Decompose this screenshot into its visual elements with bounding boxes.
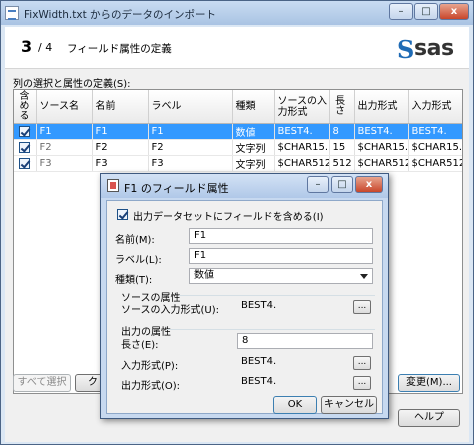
cell-informat: BEST4. [408,123,462,140]
cell-label: F1 [148,123,233,140]
cell-source: F1 [36,123,93,140]
cell-format: BEST4. [354,123,409,140]
help-button[interactable]: ヘルプ [398,409,460,427]
sas-logo-text: sas [414,36,454,61]
minimize-button[interactable]: – [389,3,413,20]
col-header-type[interactable]: 種類 [232,90,275,124]
informat-label: 入力形式(P): [121,361,179,372]
col-header-informat[interactable]: 入力形式 [408,90,462,124]
dialog-body: 出力データセットにフィールドを含める(I) 名前(M): F1 ラベル(L): … [106,200,383,414]
group-divider [167,329,375,330]
src-informat-label: ソースの入力形式(U): [121,305,219,316]
dialog-title: F1 のフィールド属性 [124,182,229,195]
include-field-label: 出力データセットにフィールドを含める(I) [133,212,324,223]
include-field-checkbox[interactable] [117,209,128,220]
step-current: 3 [21,37,33,56]
length-field[interactable]: 8 [237,333,373,349]
col-header-src-informat[interactable]: ソースの入力形式 [274,90,330,124]
wizard-header: 3 / 4 フィールド属性の定義 S sas [5,27,469,69]
dialog-minimize-button[interactable]: – [307,176,329,193]
type-select-value: 数値 [194,270,214,281]
dialog-close-button[interactable]: x [355,176,383,193]
label-label: ラベル(L): [115,255,162,266]
ok-button[interactable]: OK [273,396,317,414]
table-row[interactable]: F2 F2 F2 文字列 $CHAR15. 15 $CHAR15. $CHAR1… [14,139,462,156]
src-informat-value: BEST4. [237,299,337,315]
cell-src-informat: BEST4. [274,123,330,140]
informat-value: BEST4. [237,355,337,371]
cell-type: 文字列 [232,139,275,156]
close-button[interactable]: x [439,3,469,20]
cell-length: 512 [329,155,355,172]
field-attributes-dialog: F1 のフィールド属性 – □ x 出力データセットにフィールドを含める(I) … [100,173,389,419]
maximize-button[interactable]: □ [414,3,438,20]
cell-src-informat: $CHAR512. [274,155,330,172]
checkbox-checked-icon [19,141,31,153]
cell-format: $CHAR512. [354,155,409,172]
cell-format: $CHAR15. [354,139,409,156]
chevron-down-icon [360,274,368,279]
cell-length: 8 [329,123,355,140]
cell-source: F3 [36,155,93,172]
type-label: 種類(T): [115,275,153,286]
dialog-maximize-button[interactable]: □ [331,176,353,193]
col-header-source[interactable]: ソース名 [36,90,93,124]
checkbox-checked-icon [19,125,31,137]
cell-source: F2 [36,139,93,156]
select-all-button[interactable]: すべて選択 [13,374,71,392]
cell-name: F2 [92,139,149,156]
dialog-titlebar[interactable]: F1 のフィールド属性 – □ x [101,174,388,198]
col-header-include[interactable]: 含める [14,90,37,124]
table-row[interactable]: F1 F1 F1 数値 BEST4. 8 BEST4. BEST4. [14,123,462,140]
cell-name: F1 [92,123,149,140]
cell-src-informat: $CHAR15. [274,139,330,156]
window-title: FixWidth.txt からのデータのインポート [24,9,217,21]
app-icon [5,6,19,20]
col-header-length[interactable]: 長さ [329,90,355,124]
step-total: / 4 [38,41,53,54]
src-informat-browse-button[interactable]: ... [353,300,371,314]
type-select[interactable]: 数値 [189,268,373,284]
name-label: 名前(M): [115,235,155,246]
format-value: BEST4. [237,375,337,391]
grid-label: 列の選択と属性の定義(S): [13,79,131,90]
cell-type: 文字列 [232,155,275,172]
cell-informat: $CHAR512. [408,155,462,172]
grid-header-row: 含める ソース名 名前 ラベル 種類 ソースの入力形式 長さ 出力形式 入力形式 [14,90,462,124]
format-label: 出力形式(O): [121,381,181,392]
group-divider [179,295,375,296]
col-header-label[interactable]: ラベル [148,90,233,124]
col-header-name[interactable]: 名前 [92,90,149,124]
sas-logo: S sas [397,35,463,64]
col-header-format[interactable]: 出力形式 [354,90,409,124]
informat-browse-button[interactable]: ... [353,356,371,370]
name-field[interactable]: F1 [189,228,373,244]
label-field[interactable]: F1 [189,248,373,264]
cell-length: 15 [329,139,355,156]
cancel-button[interactable]: キャンセル [321,396,377,414]
cell-informat: $CHAR15. [408,139,462,156]
step-title: フィールド属性の定義 [67,43,172,55]
window-titlebar[interactable]: FixWidth.txt からのデータのインポート – □ x [1,1,473,25]
cell-label: F3 [148,155,233,172]
cell-name: F3 [92,155,149,172]
table-row[interactable]: F3 F3 F3 文字列 $CHAR512. 512 $CHAR512. $CH… [14,155,462,172]
include-checkbox[interactable] [14,139,37,156]
checkbox-checked-icon [19,157,31,169]
cell-label: F2 [148,139,233,156]
include-checkbox[interactable] [14,155,37,172]
field-attribute-icon [107,179,119,192]
change-button[interactable]: 変更(M)... [398,374,460,392]
length-label: 長さ(E): [121,340,159,351]
cell-type: 数値 [232,123,275,140]
sas-logo-s: S [397,35,415,64]
include-checkbox[interactable] [14,123,37,140]
format-browse-button[interactable]: ... [353,376,371,390]
